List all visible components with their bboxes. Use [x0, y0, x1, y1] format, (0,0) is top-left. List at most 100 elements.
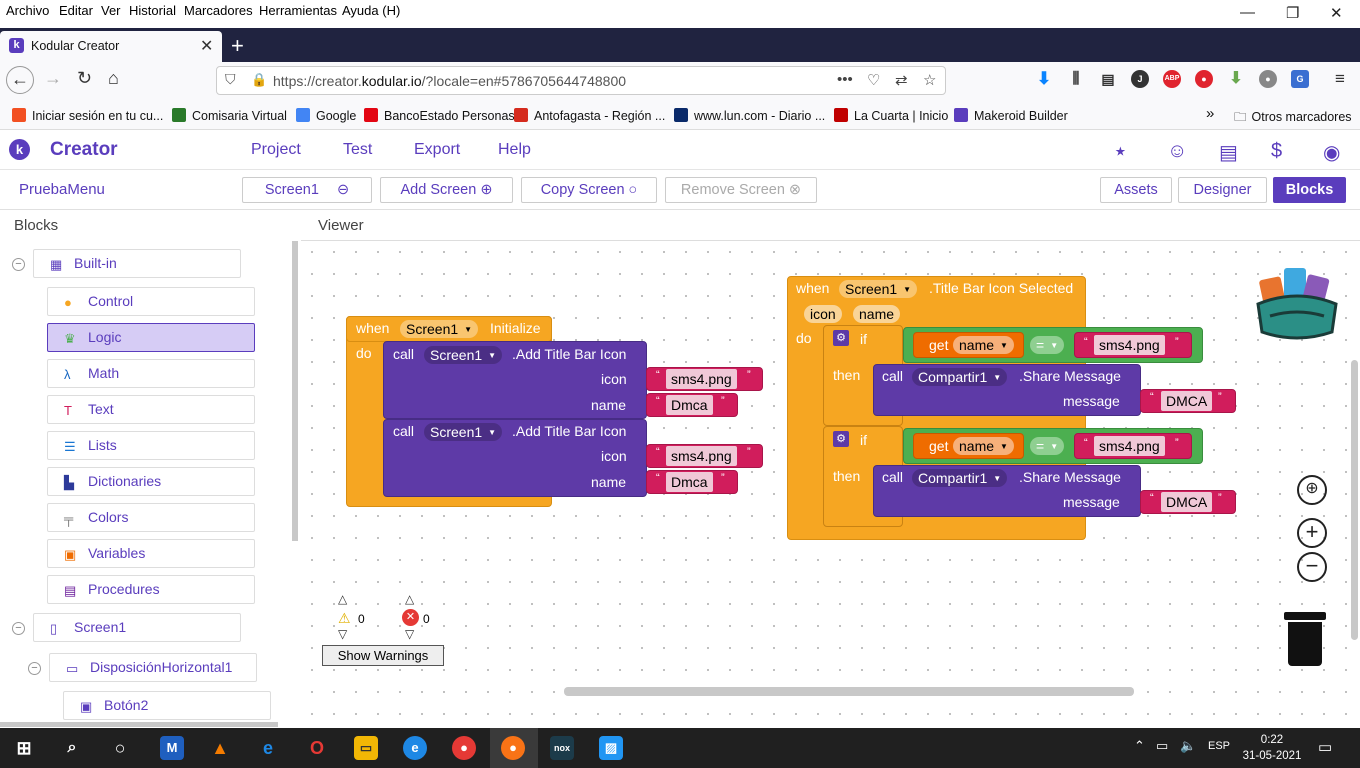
component-dropdown[interactable]: Screen1 ▼	[424, 346, 503, 364]
close-window-icon[interactable]: ✕	[1330, 4, 1343, 22]
adblock-icon[interactable]: ABP	[1163, 70, 1181, 88]
designer-button[interactable]: Designer	[1178, 177, 1267, 203]
warning-down-icon[interactable]: ▽	[338, 627, 347, 641]
menu-archivo[interactable]: Archivo	[6, 3, 49, 18]
bookmark-item[interactable]: Comisaria Virtual	[172, 108, 287, 123]
my-projects-icon[interactable]: ⭑	[1115, 140, 1126, 163]
menu-marcadores[interactable]: Marcadores	[184, 3, 253, 18]
browser-tab[interactable]: k Kodular Creator ✕	[0, 31, 222, 62]
tab-close-icon[interactable]: ✕	[200, 36, 213, 56]
bookmark-item[interactable]: La Cuarta | Inicio	[834, 108, 948, 123]
assets-button[interactable]: Assets	[1100, 177, 1172, 203]
bookmark-item[interactable]: Makeroid Builder	[954, 108, 1068, 123]
show-warnings-button[interactable]: Show Warnings	[322, 645, 444, 666]
url-bar[interactable]: ⛉ 🔒 https://creator.kodular.io/?locale=e…	[216, 66, 946, 95]
menu-test[interactable]: Test	[343, 141, 372, 159]
workspace-hscrollbar[interactable]	[564, 687, 1134, 696]
firefox-icon[interactable]: ●	[501, 736, 525, 760]
tree-dictionaries[interactable]: ▙ Dictionaries	[47, 467, 255, 496]
tree-procedures[interactable]: ▤ Procedures	[47, 575, 255, 604]
component-dropdown[interactable]: Screen1 ▼	[424, 423, 503, 441]
bookmark-item[interactable]: Antofagasta - Región ...	[514, 108, 665, 123]
error-down-icon[interactable]: ▽	[405, 627, 414, 641]
collapse-icon[interactable]: −	[12, 258, 25, 271]
text-value[interactable]: DMCA	[1161, 391, 1213, 411]
library-icon[interactable]: ⫼	[1067, 70, 1085, 88]
vlc-icon[interactable]: ▲	[208, 736, 232, 760]
collapse-icon[interactable]: −	[12, 622, 25, 635]
tree-text[interactable]: T Text	[47, 395, 255, 424]
back-icon[interactable]: ←	[6, 66, 34, 94]
var-dropdown[interactable]: name ▼	[953, 336, 1014, 354]
kodular-logo-icon[interactable]: k	[9, 139, 30, 160]
param-name[interactable]: name	[853, 305, 901, 323]
tree-screen1[interactable]: ▯ Screen1	[33, 613, 241, 642]
menu-historial[interactable]: Historial	[129, 3, 176, 18]
opera-icon[interactable]: O	[305, 736, 329, 760]
shield-icon[interactable]: ⛉	[225, 71, 236, 88]
photos-icon[interactable]: ▨	[599, 736, 623, 760]
notifications-icon[interactable]: ▭	[1318, 738, 1332, 756]
overflow-chevron-icon[interactable]: »	[1206, 105, 1214, 122]
add-screen-button[interactable]: Add Screen ⊕	[380, 177, 513, 203]
volume-icon[interactable]: 🔈	[1180, 738, 1196, 754]
zoom-in-icon[interactable]: +	[1297, 518, 1327, 548]
extension-dots-icon[interactable]: ●	[1259, 70, 1277, 88]
brand-name[interactable]: Creator	[50, 139, 118, 161]
component-dropdown[interactable]: Compartir1 ▼	[912, 368, 1008, 386]
tree-lists[interactable]: ☰ Lists	[47, 431, 255, 460]
text-value[interactable]: sms4.png	[666, 369, 737, 389]
text-value[interactable]: Dmca	[666, 472, 713, 492]
tree-arrangement[interactable]: ▭ DisposiciónHorizontal1	[49, 653, 257, 682]
recenter-icon[interactable]: ⊕	[1297, 475, 1327, 505]
extension-translate-icon[interactable]: G	[1291, 70, 1309, 88]
screen-select[interactable]: Screen1 ⊖	[242, 177, 372, 203]
gear-icon[interactable]: ⚙	[833, 431, 849, 447]
tree-variables[interactable]: ▣ Variables	[47, 539, 255, 568]
chrome-icon[interactable]: ●	[452, 736, 476, 760]
clock[interactable]: 0:22 31-05-2021	[1242, 732, 1302, 764]
bookmark-star-icon[interactable]: ☆	[923, 71, 936, 89]
tree-button[interactable]: ▣ Botón2	[63, 691, 271, 720]
tree-control[interactable]: ● Control	[47, 287, 255, 316]
zoom-out-icon[interactable]: −	[1297, 552, 1327, 582]
copy-screen-button[interactable]: Copy Screen ○	[521, 177, 657, 203]
warning-up-icon[interactable]: △	[338, 592, 347, 606]
text-value[interactable]: sms4.png	[1094, 436, 1165, 456]
menu-export[interactable]: Export	[414, 141, 460, 159]
text-value[interactable]: sms4.png	[666, 446, 737, 466]
maximize-icon[interactable]: ❐	[1286, 4, 1299, 22]
minimize-icon[interactable]: —	[1240, 4, 1255, 21]
tree-colors[interactable]: ╤ Colors	[47, 503, 255, 532]
operator-dropdown[interactable]: = ▼	[1030, 336, 1065, 354]
menu-herramientas[interactable]: Herramientas	[259, 3, 337, 18]
tree-math[interactable]: λ Math	[47, 359, 255, 388]
bookmark-item[interactable]: www.lun.com - Diario ...	[674, 108, 825, 123]
text-value[interactable]: Dmca	[666, 395, 713, 415]
text-value[interactable]: sms4.png	[1094, 335, 1165, 355]
error-up-icon[interactable]: △	[405, 592, 414, 606]
pocket-icon[interactable]: ♡	[867, 71, 880, 89]
tray-chevron-icon[interactable]: ⌃	[1134, 738, 1145, 754]
new-tab-icon[interactable]: +	[231, 33, 244, 59]
left-scrollbar[interactable]	[292, 241, 298, 541]
bookmark-item[interactable]: Google	[296, 108, 356, 123]
operator-dropdown[interactable]: = ▼	[1030, 437, 1065, 455]
search-icon[interactable]: ⌕	[60, 736, 84, 760]
menu-ver[interactable]: Ver	[101, 3, 121, 18]
file-explorer-icon[interactable]: ▭	[354, 736, 378, 760]
gear-icon[interactable]: ⚙	[833, 330, 849, 346]
tree-builtin[interactable]: ▦ Built-in	[33, 249, 241, 278]
remove-screen-button[interactable]: Remove Screen ⊗	[665, 177, 817, 203]
extension-green-icon[interactable]: ⬇	[1227, 70, 1245, 88]
left-hscrollbar[interactable]	[0, 722, 278, 727]
community-icon[interactable]: ☺	[1167, 140, 1187, 163]
app-icon[interactable]: M	[160, 736, 184, 760]
menu-editar[interactable]: Editar	[59, 3, 93, 18]
windows-start-icon[interactable]: ⊞	[12, 736, 36, 760]
nox-icon[interactable]: nox	[550, 736, 574, 760]
extension-red-icon[interactable]: ●	[1195, 70, 1213, 88]
text-value[interactable]: DMCA	[1161, 492, 1213, 512]
menu-project[interactable]: Project	[251, 141, 301, 159]
translate-icon[interactable]: ⇄	[895, 71, 908, 89]
